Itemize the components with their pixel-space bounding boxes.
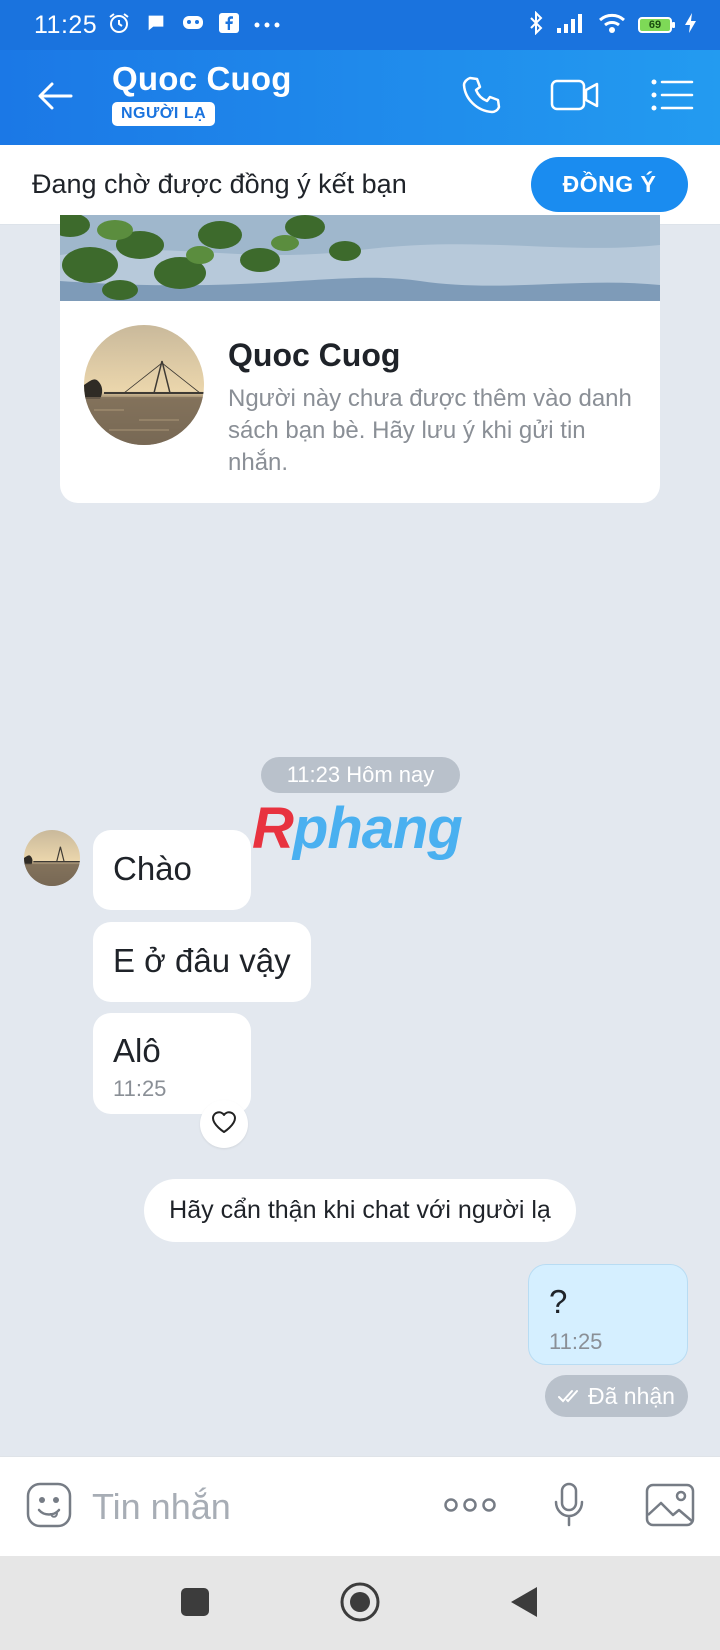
facebook-icon bbox=[219, 12, 240, 38]
profile-card[interactable]: Quoc Cuog Người này chưa được thêm vào d… bbox=[60, 215, 660, 503]
profile-avatar[interactable] bbox=[84, 325, 204, 445]
call-button[interactable] bbox=[454, 72, 508, 122]
status-time: 11:25 bbox=[34, 10, 98, 39]
alarm-icon bbox=[107, 11, 131, 40]
message-time: 11:25 bbox=[113, 1076, 167, 1101]
back-arrow-icon bbox=[37, 81, 73, 116]
accept-friend-button[interactable]: ĐỒNG Ý bbox=[531, 157, 688, 212]
more-button[interactable] bbox=[440, 1482, 500, 1532]
stranger-badge: NGƯỜI LẠ bbox=[112, 102, 216, 126]
double-check-icon bbox=[558, 1383, 582, 1410]
react-button[interactable] bbox=[200, 1100, 248, 1148]
message-text: ? bbox=[549, 1283, 568, 1320]
menu-list-icon bbox=[650, 78, 694, 117]
stranger-warning: Hãy cẩn thận khi chat với người lạ bbox=[144, 1179, 576, 1242]
more-icon bbox=[443, 1497, 497, 1518]
home-button[interactable] bbox=[330, 1580, 390, 1628]
recents-icon bbox=[180, 1587, 210, 1622]
message-time: 11:25 bbox=[549, 1329, 603, 1354]
microphone-icon bbox=[552, 1482, 586, 1533]
incoming-message[interactable]: Chào bbox=[93, 830, 251, 910]
battery-icon: 69 bbox=[638, 17, 675, 33]
video-call-button[interactable] bbox=[548, 72, 602, 122]
friend-request-bar: Đang chờ được đồng ý kết bạn ĐỒNG Ý bbox=[0, 145, 720, 225]
back-icon bbox=[509, 1585, 539, 1624]
message-text: Chào bbox=[113, 850, 192, 887]
phone-icon bbox=[460, 74, 502, 121]
back-button[interactable] bbox=[30, 76, 80, 120]
message-input-bar bbox=[0, 1456, 720, 1556]
outgoing-message[interactable]: ? 11:25 bbox=[528, 1264, 688, 1365]
incoming-message[interactable]: E ở đâu vậy bbox=[93, 922, 311, 1002]
cover-photo bbox=[60, 215, 660, 301]
delivery-status: Đã nhận bbox=[545, 1375, 688, 1417]
message-input[interactable] bbox=[92, 1483, 412, 1531]
heart-icon bbox=[211, 1110, 237, 1139]
home-icon bbox=[339, 1581, 381, 1628]
watermark: Rphang bbox=[252, 796, 463, 861]
emoji-button[interactable] bbox=[24, 1482, 74, 1532]
delivery-status-text: Đã nhận bbox=[588, 1382, 675, 1409]
menu-button[interactable] bbox=[645, 72, 699, 122]
time-divider: 11:23 Hôm nay bbox=[261, 757, 460, 793]
nav-back-button[interactable] bbox=[494, 1580, 554, 1628]
friend-request-text: Đang chờ được đồng ý kết bạn bbox=[32, 169, 407, 199]
emoji-icon bbox=[25, 1481, 73, 1534]
message-text: Alô bbox=[113, 1032, 161, 1069]
video-call-icon bbox=[550, 77, 600, 118]
chat-header: Quoc Cuog NGƯỜI LẠ bbox=[0, 50, 720, 145]
bluetooth-icon bbox=[528, 10, 544, 40]
profile-description: Người này chưa được thêm vào danh sách b… bbox=[228, 385, 632, 476]
image-icon bbox=[645, 1483, 695, 1532]
chat-bubble-icon bbox=[145, 12, 167, 39]
voice-button[interactable] bbox=[543, 1482, 595, 1532]
charging-icon bbox=[684, 12, 698, 39]
sender-avatar[interactable] bbox=[24, 830, 80, 886]
signal-icon bbox=[556, 12, 586, 39]
wifi-icon bbox=[598, 12, 626, 39]
gamepad-icon bbox=[181, 12, 205, 39]
recents-button[interactable] bbox=[165, 1580, 225, 1628]
image-button[interactable] bbox=[642, 1482, 698, 1532]
system-nav-bar bbox=[0, 1556, 720, 1650]
status-bar: 11:25 69 bbox=[0, 0, 720, 50]
profile-name: Quoc Cuog bbox=[228, 337, 401, 373]
more-dots-icon bbox=[253, 16, 281, 34]
message-text: E ở đâu vậy bbox=[113, 942, 291, 979]
incoming-message[interactable]: Alô 11:25 bbox=[93, 1013, 251, 1114]
contact-name: Quoc Cuog bbox=[112, 60, 292, 97]
contact-title[interactable]: Quoc Cuog NGƯỜI LẠ bbox=[112, 60, 292, 126]
